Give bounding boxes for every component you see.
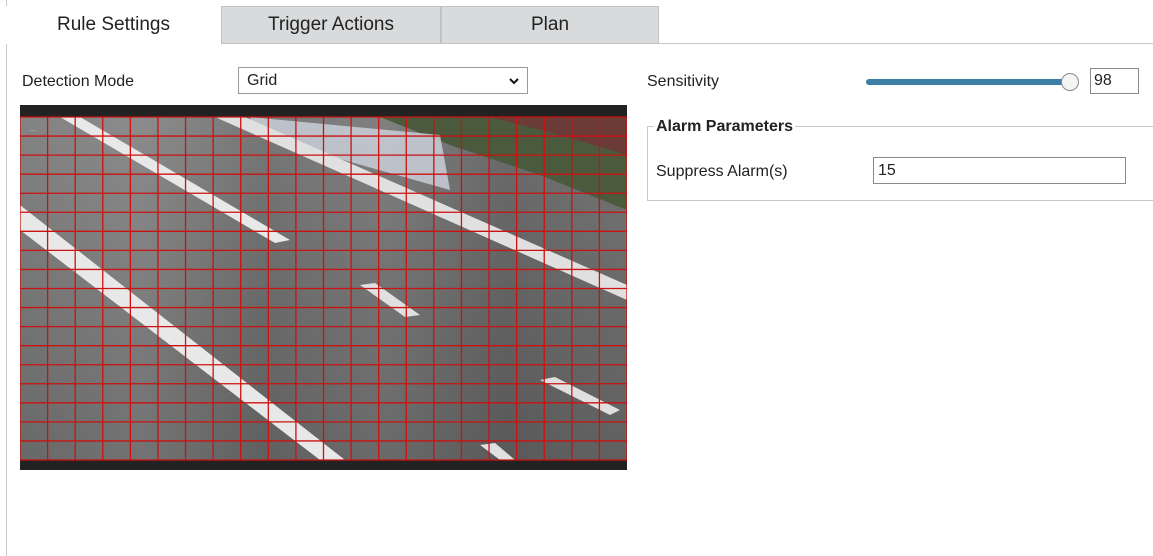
chevron-down-icon	[509, 78, 519, 85]
suppress-alarm-input[interactable]: 15	[873, 157, 1126, 184]
sensitivity-slider-track[interactable]	[866, 79, 1076, 85]
sensitivity-label: Sensitivity	[647, 73, 720, 90]
video-timestamp-overlay: ...	[30, 126, 36, 133]
sensitivity-slider-thumb[interactable]	[1061, 73, 1079, 91]
tab-trigger-actions[interactable]: Trigger Actions	[221, 6, 441, 44]
suppress-alarm-label: Suppress Alarm(s)	[656, 163, 788, 180]
panel-left-border	[6, 0, 7, 556]
sensitivity-value-input[interactable]: 98	[1090, 68, 1139, 94]
detection-mode-value: Grid	[247, 72, 278, 89]
detection-mode-label: Detection Mode	[22, 73, 135, 90]
motion-grid-overlay[interactable]: ...	[20, 105, 627, 470]
tab-rule-settings[interactable]: Rule Settings	[6, 6, 221, 44]
tab-bar: Rule Settings Trigger Actions Plan	[6, 6, 1153, 44]
tab-divider	[659, 43, 1153, 44]
alarm-parameters-legend: Alarm Parameters	[654, 118, 795, 136]
video-preview[interactable]: ...	[20, 105, 627, 470]
tab-plan[interactable]: Plan	[441, 6, 659, 44]
detection-mode-select[interactable]: Grid	[238, 67, 528, 94]
rule-settings-panel: Rule Settings Trigger Actions Plan Detec…	[0, 0, 1153, 556]
